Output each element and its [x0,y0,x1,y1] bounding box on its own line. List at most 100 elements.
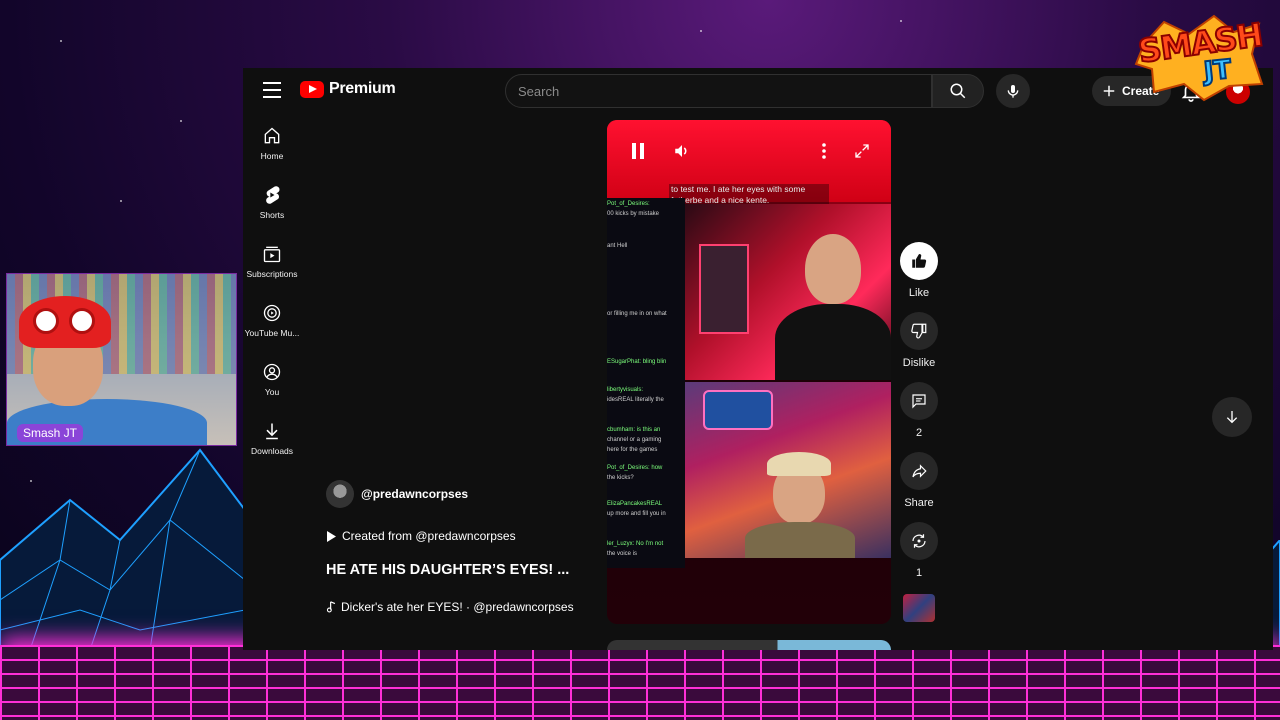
short-actions: Like Dislike 2 Share 1 [899,242,939,635]
chat-line: Pot_of_Desires: how [607,465,663,471]
sidebar-item-label: YouTube Mu... [244,328,300,338]
stream-chat-panel: Pot_of_Desires: 00 kicks by mistake ant … [607,198,685,568]
streamer-head [805,234,861,304]
volume-button[interactable] [669,138,695,164]
short-title[interactable]: HE ATE HIS DAUGHTER’S EYES! ... [326,562,596,578]
streamer-shirt [745,522,855,558]
streamer-camera-bottom [685,382,891,558]
chat-line: idesREAL literally the [607,397,664,403]
sidebar-item-label: Shorts [259,210,285,220]
dislike-label: Dislike [902,357,936,369]
fullscreen-button[interactable] [849,138,875,164]
sidebar-item-you[interactable]: You [243,362,301,421]
thumbs-down-icon [911,323,927,339]
arcade-machine [699,244,749,334]
smash-jt-logo: SMASH JT [1134,14,1266,102]
sidebar-item-label: Subscriptions [246,269,298,279]
chat-line: channel or a gaming [607,437,662,443]
chat-line: ant Hell [607,243,628,249]
sidebar-item-youtube-music[interactable]: YouTube Mu... [243,303,301,362]
expand-icon [855,144,869,158]
download-icon [266,423,278,440]
share-icon [912,464,927,478]
sound-thumbnail-image [903,594,935,622]
chat-line: here for the games [607,447,658,453]
sidebar-item-home[interactable]: Home [243,126,301,185]
neon-mountain-decoration [0,448,245,650]
sidebar-item-label: Downloads [250,446,294,456]
top-bar: Premium Create 4 [243,68,1273,114]
share-button[interactable]: Share [899,452,939,509]
dislike-button[interactable]: Dislike [899,312,939,369]
more-options-button[interactable] [811,138,837,164]
sidebar-item-label: You [264,387,280,397]
chat-line: Pot_of_Desires: [607,201,650,207]
streamer-shirt [775,304,891,380]
menu-icon[interactable] [263,82,281,98]
comments-button[interactable]: 2 [899,382,939,439]
webcam-hat [19,296,111,348]
casino-sign [703,390,773,430]
search-icon [950,83,966,99]
next-video-button[interactable] [1212,397,1252,437]
next-short-preview[interactable] [607,640,891,650]
chat-line: cbumham: is this an [607,427,661,433]
play-icon [327,530,336,542]
remix-icon [912,534,926,548]
arrow-down-icon [1226,411,1238,424]
streamer-camera-top [685,204,891,380]
youtube-music-icon [263,304,281,322]
chat-line: the voice is [607,551,638,557]
chat-line: libertyvisuals: [607,387,644,393]
pause-button[interactable] [625,138,651,164]
microphone-icon [1007,85,1019,98]
created-from-link[interactable]: Created from @predawncorpses [326,529,596,543]
channel-avatar[interactable] [326,480,354,508]
comment-icon [912,394,926,409]
youtube-window: Premium Create 4 Home Shorts Subscriptio… [243,68,1273,650]
voice-search-button[interactable] [996,74,1030,108]
sound-thumbnail[interactable] [899,592,939,622]
sidebar: Home Shorts Subscriptions YouTube Mu... … [243,126,301,480]
you-icon [263,363,281,381]
chat-line: ler_Luzyx: No I'm not [607,541,664,547]
music-text: Dicker's ate her EYES! · @predawncorpses [341,600,574,614]
share-label: Share [904,497,934,509]
short-info: @predawncorpses Created from @predawncor… [326,480,596,614]
chat-line: ElizaPancakesREAL [607,501,663,507]
sidebar-item-downloads[interactable]: Downloads [243,421,301,480]
comments-count: 2 [915,427,923,439]
chat-line: ESugarPhat: bling blin [607,359,667,365]
home-icon [264,127,280,144]
logo-text: Premium [329,80,396,97]
sidebar-item-subscriptions[interactable]: Subscriptions [243,244,301,303]
video-caption: to test me. I ate her eyes with some fat… [669,184,829,206]
volume-icon [675,145,687,157]
chat-line: or filling me in on what [607,311,667,317]
music-note-icon [326,601,336,613]
like-button[interactable]: Like [899,242,939,299]
channel-name[interactable]: @predawncorpses [361,487,468,501]
hat-eye [69,308,95,334]
youtube-play-icon [300,80,324,98]
remix-count: 1 [915,567,923,579]
hat-eye [33,308,59,334]
created-from-text: Created from @predawncorpses [342,529,516,543]
webcam-name-label: Smash JT [17,424,84,442]
search-input[interactable] [505,74,932,108]
pause-icon [632,143,644,159]
webcam-overlay: Smash JT [6,273,237,446]
chat-line: 00 kicks by mistake [607,211,660,217]
plus-icon [1103,85,1115,97]
remix-button[interactable]: 1 [899,522,939,579]
sidebar-item-shorts[interactable]: Shorts [243,185,301,244]
search-button[interactable] [932,74,984,108]
like-label: Like [908,287,930,299]
short-video-player[interactable]: to test me. I ate her eyes with some fat… [607,120,891,624]
music-link[interactable]: Dicker's ate her EYES! · @predawncorpses [326,600,596,614]
youtube-premium-logo[interactable]: Premium [300,80,396,98]
channel-row[interactable]: @predawncorpses [326,480,596,508]
chat-line: the kicks? [607,475,634,481]
more-vertical-icon [822,143,826,159]
logo-jt-text: JT [1202,54,1234,89]
